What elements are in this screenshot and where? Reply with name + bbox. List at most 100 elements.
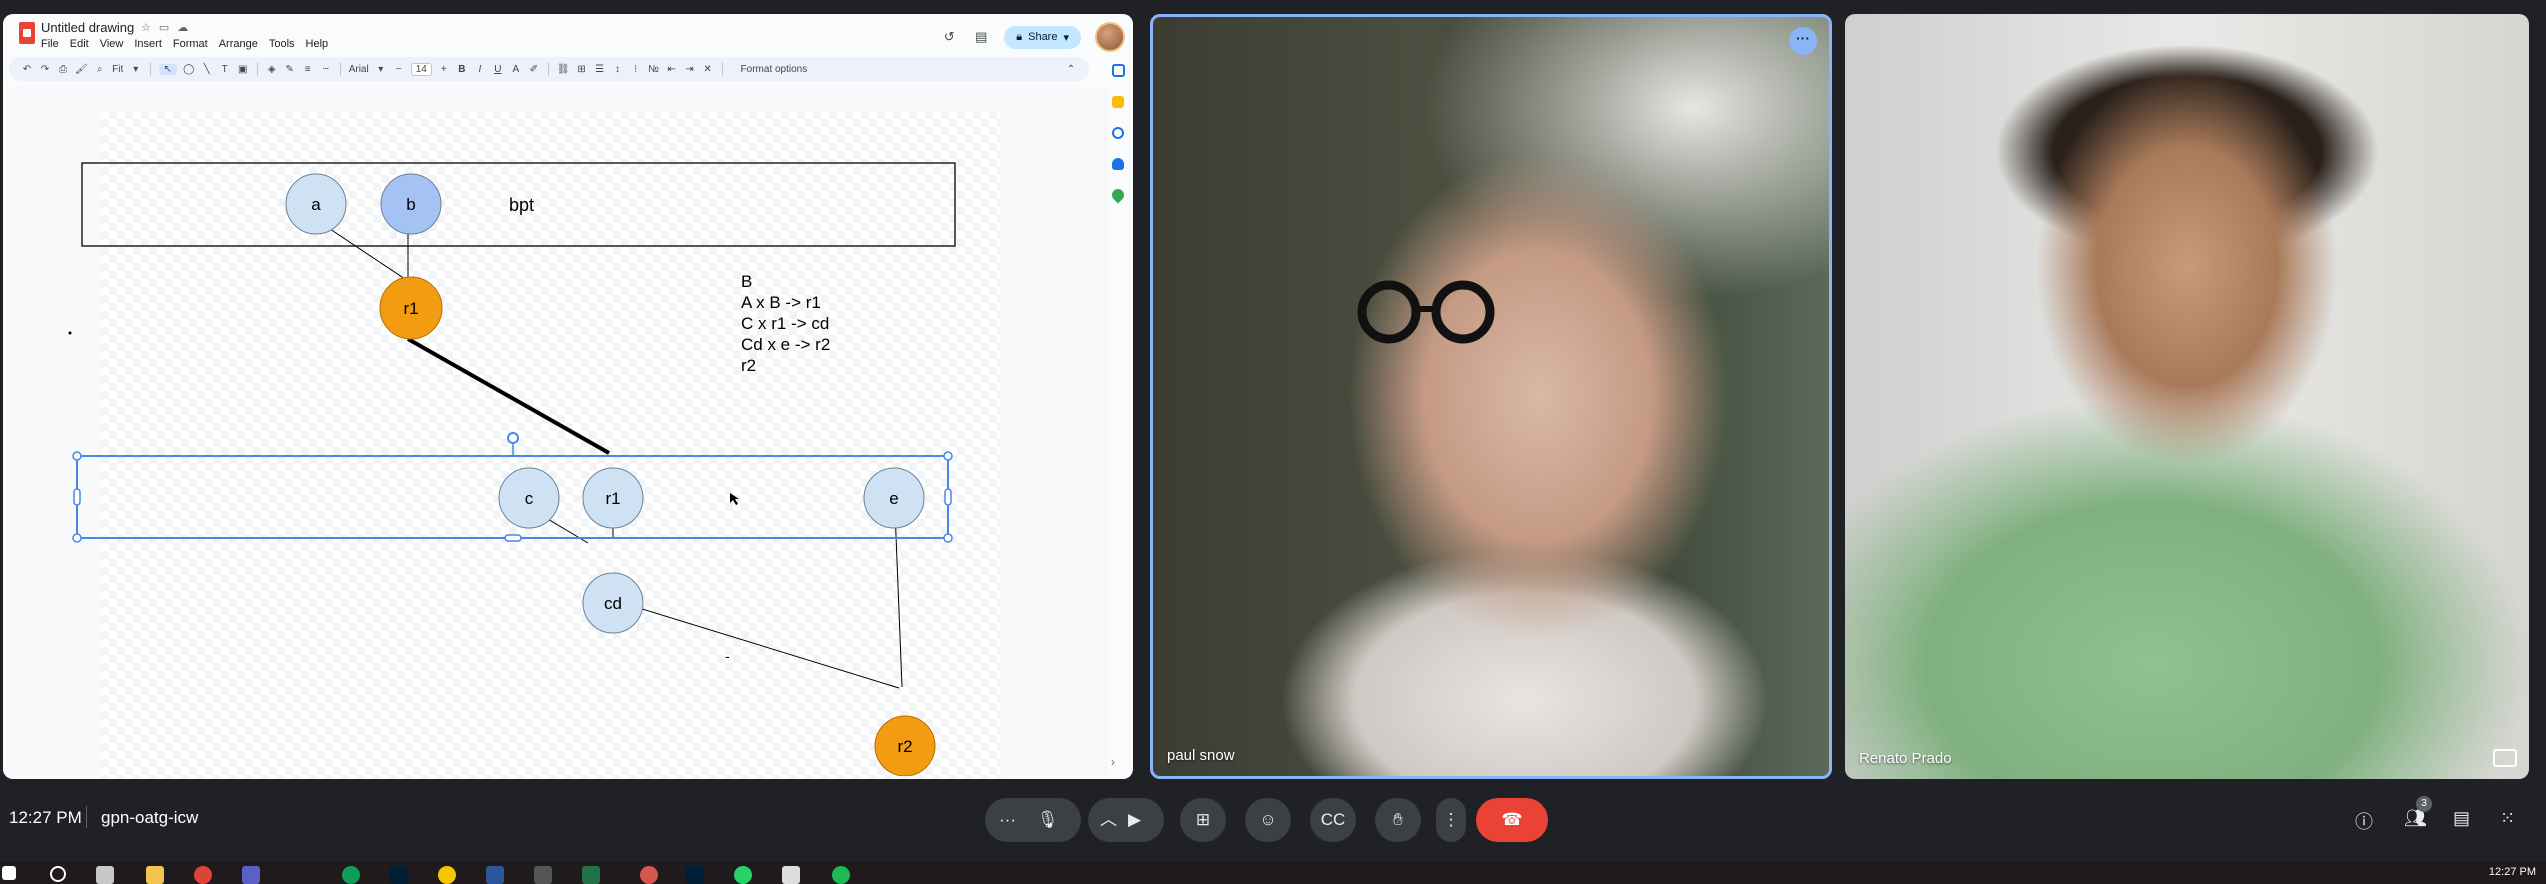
word-icon[interactable] (486, 866, 504, 884)
more-dots-icon[interactable]: ··· (999, 798, 1016, 842)
microphone-icon[interactable]: 🎙︎ (1037, 798, 1059, 842)
history-icon[interactable]: ↺ (940, 28, 958, 46)
resize-handle[interactable] (72, 533, 82, 543)
menu-file[interactable]: File (41, 38, 59, 50)
teams-icon[interactable] (242, 866, 260, 884)
share-caret-icon[interactable]: ▾ (1063, 31, 1069, 44)
border-color-icon[interactable]: ✎ (284, 64, 296, 75)
chat-icon[interactable]: ▤ (2453, 808, 2470, 829)
emoji-button[interactable]: ☺ (1245, 798, 1291, 842)
zoom-icon[interactable]: ⌕ (94, 64, 106, 75)
bpt-label[interactable]: bpt (509, 195, 534, 215)
menu-insert[interactable]: Insert (134, 38, 162, 50)
spotify-icon[interactable] (832, 866, 850, 884)
menu-view[interactable]: View (100, 38, 124, 50)
snapchat-icon[interactable] (438, 866, 456, 884)
drawings-logo-icon[interactable] (19, 22, 35, 44)
bullet-list-icon[interactable]: ⁝ (630, 64, 642, 75)
raise-hand-button[interactable]: ✋︎ (1375, 798, 1421, 842)
fill-color-icon[interactable]: ◈ (266, 64, 278, 75)
edge-cd-r2[interactable] (612, 599, 900, 689)
share-button[interactable]: 🔒︎ Share ▾ (1004, 25, 1081, 49)
chrome-icon[interactable] (194, 866, 212, 884)
resize-handle[interactable] (944, 488, 952, 506)
underline-icon[interactable]: U (492, 64, 504, 75)
zoom-select[interactable]: Fit (112, 64, 124, 75)
menu-help[interactable]: Help (306, 38, 329, 50)
redo-icon[interactable]: ↷ (39, 64, 51, 75)
caret-up-icon[interactable]: ︿ (1100, 798, 1117, 842)
collapse-toolbar-icon[interactable]: ⌃ (1065, 64, 1077, 75)
edge-e-r2[interactable] (894, 509, 903, 688)
indent-decrease-icon[interactable]: ⇤ (666, 64, 678, 75)
cloud-icon[interactable]: ☁ (177, 22, 196, 34)
keep-icon[interactable] (1112, 96, 1124, 108)
picture-in-picture-icon[interactable] (2493, 749, 2517, 767)
info-icon[interactable]: ⓘ (2355, 808, 2373, 834)
excel-icon[interactable] (582, 866, 600, 884)
numbered-list-icon[interactable]: № (648, 64, 660, 75)
resize-handle[interactable] (504, 534, 522, 542)
italic-icon[interactable]: I (474, 64, 486, 75)
comment-icon[interactable]: ⊞ (576, 64, 588, 75)
menu-arrange[interactable]: Arrange (219, 38, 258, 50)
undo-icon[interactable]: ↶ (21, 64, 33, 75)
more-options-button[interactable]: ⋮ (1436, 798, 1466, 842)
end-call-button[interactable]: ☎ (1476, 798, 1548, 842)
font-select[interactable]: Arial (349, 64, 369, 75)
highlight-icon[interactable]: ✐ (528, 64, 540, 75)
paint-format-icon[interactable]: 🖌︎ (75, 64, 88, 75)
video-tile-paul[interactable]: ··· paul snow (1150, 14, 1832, 779)
notes-textbox[interactable]: B A x B -> r1 C x r1 -> cd Cd x e -> r2 … (741, 272, 830, 375)
resize-handle[interactable] (72, 451, 82, 461)
border-dash-icon[interactable]: ┄ (320, 64, 332, 75)
font-caret-icon[interactable]: ▾ (375, 64, 387, 75)
resize-handle[interactable] (943, 451, 953, 461)
video-tile-renato[interactable]: Renato Prado (1845, 14, 2529, 779)
align-icon[interactable]: ☰ (594, 64, 606, 75)
app-icon[interactable] (640, 866, 658, 884)
shape-tool-icon[interactable]: ◯ (183, 64, 195, 75)
folder-icon[interactable]: ▭ (159, 22, 177, 34)
font-size-input[interactable]: 14 (410, 62, 432, 76)
clear-format-icon[interactable]: ✕ (702, 64, 714, 75)
border-weight-icon[interactable]: ≡ (302, 64, 314, 75)
menu-format[interactable]: Format (173, 38, 208, 50)
dash-text[interactable]: - (725, 648, 730, 664)
captions-button[interactable]: CC (1310, 798, 1356, 842)
star-icon[interactable]: ☆ (141, 22, 159, 34)
comments-icon[interactable]: ▤ (972, 28, 990, 46)
people-button[interactable]: 👥︎ 3 (2404, 796, 2432, 829)
zoom-caret-icon[interactable]: ▾ (130, 64, 142, 75)
account-avatar[interactable] (1095, 22, 1125, 52)
present-button[interactable]: ⊞ (1180, 798, 1226, 842)
menu-edit[interactable]: Edit (70, 38, 89, 50)
whatsapp-icon[interactable] (734, 866, 752, 884)
line-tool-icon[interactable]: ╲ (201, 64, 213, 75)
contacts-icon[interactable] (1112, 158, 1124, 170)
document-title[interactable]: Untitled drawing (41, 20, 134, 35)
indent-increase-icon[interactable]: ⇥ (684, 64, 696, 75)
terminal-icon[interactable] (534, 866, 552, 884)
rotate-handle[interactable] (507, 432, 519, 444)
increase-font-icon[interactable]: + (438, 64, 450, 75)
chrome-profile-icon[interactable] (342, 866, 360, 884)
textbox-tool-icon[interactable]: T (219, 64, 231, 75)
print-icon[interactable]: ⎙ (57, 64, 69, 75)
activities-icon[interactable]: ⁙ (2500, 808, 2515, 829)
decrease-font-icon[interactable]: − (393, 64, 405, 75)
collapse-side-icon[interactable]: › (1111, 755, 1115, 769)
tile-more-options-button[interactable]: ··· (1789, 27, 1817, 55)
format-options-button[interactable]: Format options (741, 64, 808, 75)
link-icon[interactable]: ⛓ (557, 64, 570, 75)
camera-icon[interactable]: ▶ (1128, 798, 1141, 842)
maps-icon[interactable] (1109, 186, 1127, 204)
resize-handle[interactable] (73, 488, 81, 506)
windows-start-icon[interactable] (2, 866, 16, 880)
search-icon[interactable] (50, 866, 66, 882)
capcut-icon[interactable] (782, 866, 800, 884)
menu-tools[interactable]: Tools (269, 38, 295, 50)
drawing-canvas[interactable]: a b r1 c r1 e cd r2 bpt B A x B -> r1 C … (3, 86, 1108, 779)
meeting-code[interactable]: gpn-oatg-icw (101, 808, 198, 828)
image-tool-icon[interactable]: ▣ (237, 64, 249, 75)
